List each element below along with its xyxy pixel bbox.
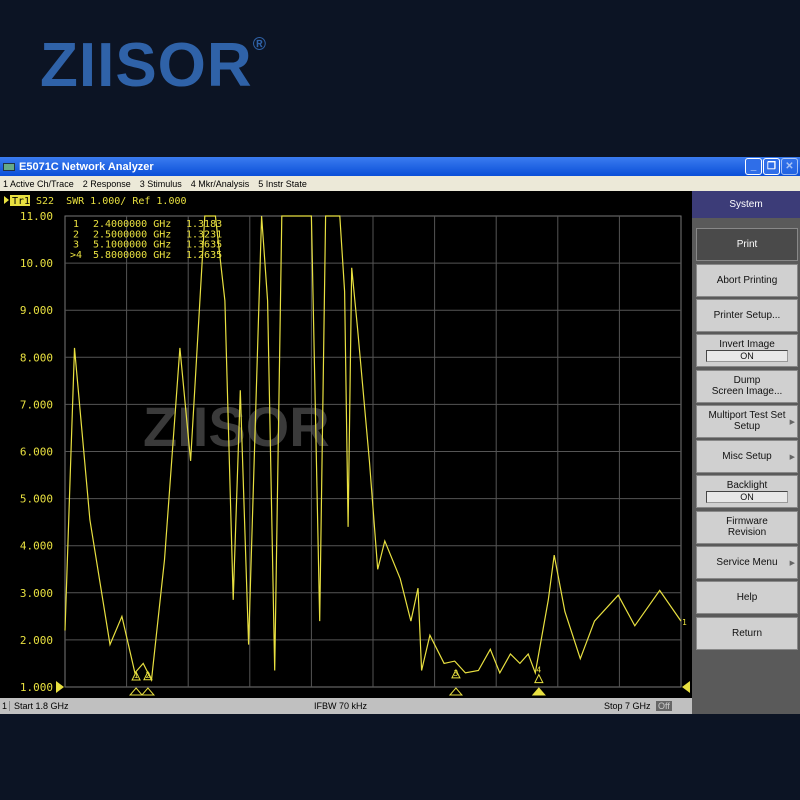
softkey-label: Printer Setup... xyxy=(713,309,781,321)
y-tick-label: 5.000 xyxy=(20,493,53,506)
marker-4-label: 4 xyxy=(536,666,541,675)
marker-value: 1.2635 xyxy=(186,250,222,261)
window-title: E5071C Network Analyzer xyxy=(19,160,154,173)
menu-instr-state[interactable]: 5 Instr State xyxy=(258,179,307,189)
menu-bar: 1 Active Ch/Trace 2 Response 3 Stimulus … xyxy=(0,176,800,191)
menu-response[interactable]: 2 Response xyxy=(83,179,131,189)
softkey-value: ON xyxy=(706,491,788,504)
channel-number: 1 xyxy=(0,701,10,711)
softkey-label: Dump xyxy=(733,375,761,386)
softkey-service-menu[interactable]: Service Menu ▶ xyxy=(696,546,798,579)
y-tick-label: 3.000 xyxy=(20,587,53,600)
menu-active-ch-trace[interactable]: 1 Active Ch/Trace xyxy=(3,179,74,189)
trace-label: Tr1 xyxy=(12,196,30,207)
menu-stimulus[interactable]: 3 Stimulus xyxy=(140,179,182,189)
y-tick-label: 10.00 xyxy=(20,257,53,270)
y-tick-label: 11.00 xyxy=(20,210,53,223)
y-tick-label: 8.000 xyxy=(20,351,53,364)
softkey-misc-setup[interactable]: Misc Setup ▶ xyxy=(696,440,798,474)
softkey-return[interactable]: Return xyxy=(696,616,798,650)
y-tick-label: 4.000 xyxy=(20,540,53,553)
softkey-help[interactable]: Help xyxy=(696,581,798,615)
marker-1-position-icon xyxy=(128,687,144,696)
softkey-dump-screen-image[interactable]: Dump Screen Image... xyxy=(696,369,798,403)
softkey-label: Screen Image... xyxy=(711,386,783,397)
trace-description: S22 SWR 1.000/ Ref 1.000 xyxy=(36,196,187,207)
analyzer-window: E5071C Network Analyzer _ ❐ ✕ 1 Active C… xyxy=(0,157,800,714)
swr-chart: Tr1 S22 SWR 1.000/ Ref 1.000 ZIISOR 1.00… xyxy=(4,195,690,696)
minimize-button[interactable]: _ xyxy=(745,158,762,175)
y-tick-label: 1.000 xyxy=(20,681,53,694)
marker-3-label: 3 xyxy=(454,669,459,678)
softkey-invert-image[interactable]: Invert Image ON xyxy=(696,334,798,368)
ifbw[interactable]: IFBW 70 kHz xyxy=(314,701,604,711)
status-bar: 1 Start 1.8 GHz IFBW 70 kHz Stop 7 GHz O… xyxy=(0,698,692,714)
submenu-arrow-icon: ▶ xyxy=(789,418,795,426)
app-icon xyxy=(3,162,15,171)
reference-left-arrow-icon xyxy=(56,681,64,693)
trace-end-label: 1 xyxy=(682,618,687,627)
softkey-label: Print xyxy=(736,239,758,251)
softkey-label: Service Menu xyxy=(716,557,778,568)
softkey-label: Setup xyxy=(733,421,761,433)
softkey-label: Firmware xyxy=(726,516,768,528)
y-tick-label: 6.000 xyxy=(20,446,53,459)
y-tick-label: 7.000 xyxy=(20,398,53,411)
softkey-label: Backlight xyxy=(726,480,768,492)
softkey-label: Invert Image xyxy=(719,339,775,351)
softkey-label: Multiport Test Set xyxy=(708,410,786,422)
start-frequency[interactable]: Start 1.8 GHz xyxy=(14,701,314,711)
submenu-arrow-icon: ▶ xyxy=(789,454,795,462)
softkey-backlight[interactable]: Backlight ON xyxy=(696,475,798,509)
marker-2-label: 2 xyxy=(146,671,151,680)
y-tick-label: 2.000 xyxy=(20,634,53,647)
restore-button[interactable]: ❐ xyxy=(763,158,780,175)
softkey-label: Abort Printing xyxy=(716,274,778,286)
softkey-label: System xyxy=(729,199,763,210)
softkey-print[interactable]: Print xyxy=(696,228,798,262)
marker-3-position-icon xyxy=(448,687,464,696)
stop-frequency[interactable]: Stop 7 GHz xyxy=(604,701,656,711)
softkey-multiport-test-set-setup[interactable]: Multiport Test Set Setup ▶ xyxy=(696,404,798,438)
reference-right-arrow-icon xyxy=(682,681,690,693)
y-tick-label: 9.000 xyxy=(20,304,53,317)
softkey-label: Help xyxy=(736,592,758,604)
softkey-firmware-revision[interactable]: Firmware Revision xyxy=(696,510,798,544)
softkey-value: ON xyxy=(706,350,788,363)
softkey-system[interactable]: System xyxy=(692,191,800,218)
softkey-label: Return xyxy=(731,627,762,639)
brand-logo: ZIISOR® xyxy=(40,31,267,100)
title-bar: E5071C Network Analyzer _ ❐ ✕ xyxy=(0,157,800,176)
close-button[interactable]: ✕ xyxy=(781,158,798,175)
marker-id: >4 xyxy=(70,250,82,261)
softkey-abort-printing[interactable]: Abort Printing xyxy=(696,263,798,297)
active-trace-arrow-icon xyxy=(4,196,9,204)
softkey-panel: System Print Abort Printing Printer Setup..… xyxy=(692,191,800,714)
softkey-printer-setup[interactable]: Printer Setup... xyxy=(696,298,798,332)
softkey-label: Misc Setup xyxy=(722,451,772,463)
marker-1-label: 1 xyxy=(134,671,139,680)
marker-4-position-icon xyxy=(531,687,546,696)
marker-frequency: 5.8000000 GHz xyxy=(93,250,171,261)
off-indicator: Off xyxy=(656,701,672,711)
menu-mkr-analysis[interactable]: 4 Mkr/Analysis xyxy=(191,179,250,189)
softkey-label: Revision xyxy=(727,527,767,539)
submenu-arrow-icon: ▶ xyxy=(789,560,795,567)
chart-area[interactable]: Tr1 S22 SWR 1.000/ Ref 1.000 ZIISOR 1.00… xyxy=(0,191,692,698)
marker-2-position-icon xyxy=(140,687,156,696)
marker-4-icon xyxy=(534,673,544,684)
